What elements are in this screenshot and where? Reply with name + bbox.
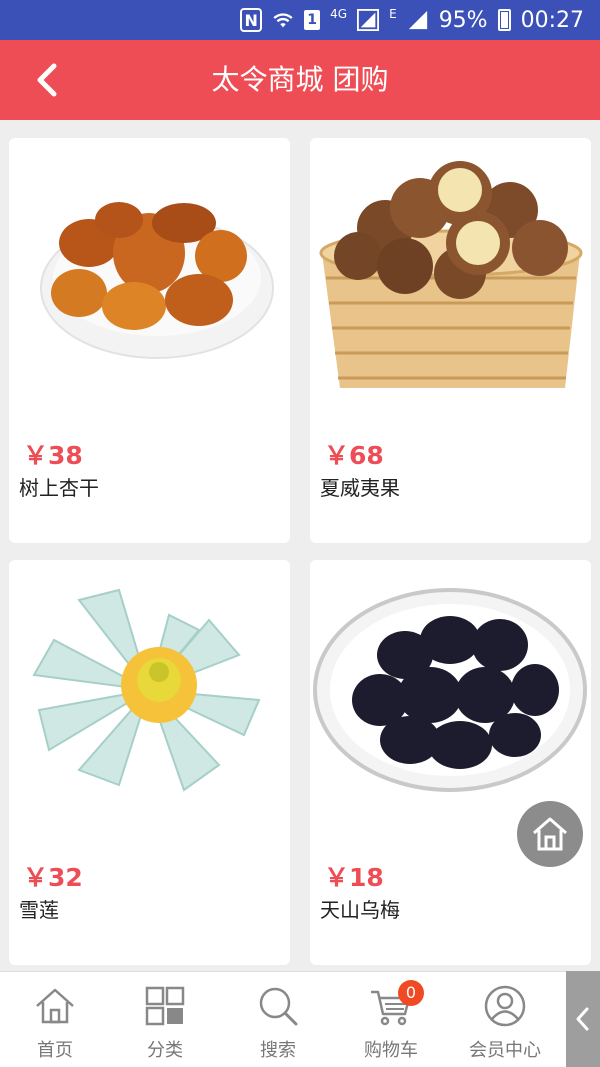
product-image-macadamia — [319, 161, 583, 388]
collapse-toggle-button[interactable] — [566, 971, 600, 1067]
product-card[interactable]: ￥32 雪莲 — [9, 560, 290, 965]
nav-label: 分类 — [147, 1040, 183, 1061]
chevron-left-icon — [576, 1007, 589, 1031]
nav-label: 购物车 — [364, 1040, 418, 1061]
product-name: 树上杏干 — [19, 476, 99, 500]
nav-label: 搜索 — [260, 1040, 296, 1061]
sim-icon: 1 — [304, 10, 321, 30]
product-price: ￥38 — [23, 441, 83, 470]
wifi-icon — [273, 13, 293, 28]
status-icons: N 1 4G E 95% 00:27 — [240, 0, 584, 40]
product-name: 夏威夷果 — [320, 476, 400, 500]
product-name: 雪莲 — [19, 898, 59, 922]
search-icon — [259, 987, 298, 1026]
grid-icon — [145, 986, 185, 1026]
nav-search[interactable]: 搜索 — [223, 972, 333, 1067]
home-icon — [36, 988, 74, 1024]
status-bar: N 1 4G E 95% 00:27 — [0, 0, 600, 40]
nav-home[interactable]: 首页 — [0, 972, 110, 1067]
clock: 00:27 — [520, 7, 584, 33]
nav-label: 会员中心 — [469, 1040, 541, 1061]
signal-icon-2 — [408, 10, 427, 30]
nfc-icon: N — [240, 8, 263, 32]
network-4g-label: 4G — [330, 7, 348, 21]
product-image-apricot — [40, 202, 274, 359]
cart-badge: 0 — [398, 980, 424, 1006]
product-price: ￥32 — [23, 863, 83, 892]
page-title: 太令商城 团购 — [211, 63, 389, 96]
user-icon — [484, 985, 526, 1027]
home-icon — [533, 817, 567, 851]
app-header: 太令商城 团购 — [0, 40, 600, 120]
product-image-snow-lotus — [32, 588, 261, 792]
nav-member-center[interactable]: 会员中心 — [450, 972, 560, 1067]
network-e-label: E — [389, 7, 397, 21]
battery-icon — [497, 9, 511, 31]
product-card[interactable]: ￥18 天山乌梅 — [310, 560, 591, 965]
product-name: 天山乌梅 — [320, 898, 400, 922]
bottom-nav: 首页 分类 搜索 0 购物车 会员中心 — [0, 971, 600, 1067]
product-price: ￥18 — [324, 863, 384, 892]
nav-cart[interactable]: 0 购物车 — [336, 972, 446, 1067]
product-card[interactable]: ￥38 树上杏干 — [9, 138, 290, 543]
nav-label: 首页 — [37, 1040, 73, 1061]
nav-category[interactable]: 分类 — [110, 972, 220, 1067]
floating-home-button[interactable] — [517, 801, 583, 867]
signal-icon — [357, 9, 380, 31]
product-price: ￥68 — [324, 441, 384, 470]
battery-percent: 95% — [438, 7, 488, 33]
product-card[interactable]: ￥68 夏威夷果 — [310, 138, 591, 543]
